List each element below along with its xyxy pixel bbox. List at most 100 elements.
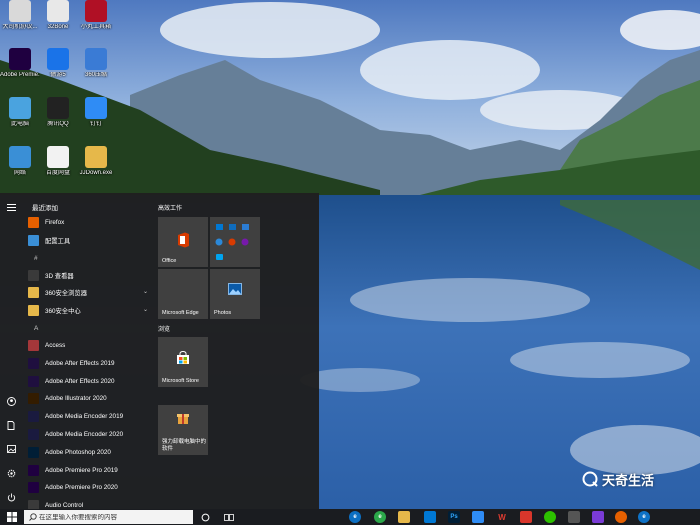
desktop-icon[interactable]: 此电脑	[0, 97, 40, 128]
start-app-label: Adobe Premiere Pro 2020	[45, 484, 118, 492]
app-gray-icon[interactable]	[568, 511, 580, 523]
chevron-down-icon[interactable]: ⌄	[143, 306, 148, 313]
tile-label: Photos	[214, 309, 232, 316]
start-app-label: Audio Control	[45, 502, 84, 509]
recently-added-header: 最近添加	[32, 205, 58, 212]
desktop-icon[interactable]: JJDown.exe	[76, 146, 116, 177]
desktop-icon[interactable]: 网络	[0, 146, 40, 177]
ie-icon[interactable]: e	[638, 511, 650, 523]
start-app-item[interactable]: Adobe After Effects 2020	[28, 374, 152, 389]
desktop-icon-label: 此电脑	[10, 121, 29, 127]
start-app-item[interactable]: Adobe After Effects 2019	[28, 356, 152, 371]
start-app-item[interactable]: Audio Control	[28, 498, 152, 509]
wechat-icon[interactable]	[544, 511, 556, 523]
settings-gear-icon[interactable]	[3, 465, 19, 481]
start-app-label: Adobe Illustrator 2020	[45, 395, 107, 403]
app-purple-icon[interactable]	[592, 511, 604, 523]
section-letter[interactable]: A	[34, 325, 38, 332]
chevron-down-icon[interactable]: ⌄	[143, 288, 148, 295]
start-app-list: 最近添加 Firefox 配置工具 #3D 查看器 360安全浏览器 ⌄ 360安全中心 ⌄…	[22, 193, 152, 509]
desktop-icon[interactable]: 钉钉	[76, 97, 116, 128]
desktop-icon[interactable]: 傲游5	[38, 48, 78, 79]
desktop-icon-label: 腾讯QQ	[47, 121, 69, 127]
start-app-item[interactable]: 配置工具	[28, 233, 152, 248]
start-app-label: 360安全中心	[45, 308, 81, 316]
watermark-logo-icon	[582, 471, 598, 487]
taskbar: e e Ps W e	[0, 509, 700, 525]
task-view-icon[interactable]	[223, 511, 235, 523]
documents-icon[interactable]	[3, 417, 19, 433]
tile-mail-apps[interactable]	[210, 217, 260, 267]
pictures-icon[interactable]	[3, 441, 19, 457]
baidu-netdisk-icon	[47, 146, 69, 168]
start-app-item[interactable]: Firefox	[28, 215, 152, 230]
cortana-icon[interactable]	[199, 511, 211, 523]
photoshop-taskbar-icon[interactable]: Ps	[448, 511, 460, 523]
microsoft-store-icon[interactable]	[424, 511, 436, 523]
tile-label: 强力卸载电脑中的软件	[162, 439, 207, 452]
app-red-icon[interactable]	[520, 511, 532, 523]
folder-icon	[28, 287, 39, 299]
start-app-item[interactable]: Adobe Premiere Pro 2020	[28, 480, 152, 495]
tile-photos[interactable]: Photos	[210, 269, 260, 319]
desktop-icon[interactable]: 360压缩	[76, 48, 116, 79]
tile-group-header-browse: 浏览	[158, 327, 171, 333]
tile-microsoft-store[interactable]: Microsoft Store	[158, 337, 208, 387]
hamburger-menu-icon[interactable]	[3, 199, 19, 215]
start-app-item[interactable]: 360安全中心 ⌄	[28, 303, 152, 318]
desktop-icon[interactable]: Adobe Premie...	[0, 48, 40, 79]
start-tiles-area: 高效工作 浏览 Office Microsoft Edge Photos Mic…	[152, 193, 319, 509]
power-icon[interactable]	[3, 489, 19, 505]
desktop-icon[interactable]: 小丸工具箱	[76, 0, 116, 31]
start-app-label: Adobe After Effects 2020	[45, 377, 115, 385]
watermark-text: 天奇生活	[602, 472, 655, 488]
dingtalk-icon	[85, 97, 107, 119]
file-explorer-icon[interactable]	[398, 511, 410, 523]
start-app-item[interactable]: Adobe Premiere Pro 2019	[28, 463, 152, 478]
office-icon	[178, 232, 189, 248]
desktop-icon[interactable]: 大司机协议...	[0, 0, 40, 31]
section-letter[interactable]: #	[34, 255, 38, 262]
computer-icon	[9, 97, 31, 119]
tile-microsoft-edge[interactable]: Microsoft Edge	[158, 269, 208, 319]
start-app-item[interactable]: Adobe Photoshop 2020	[28, 445, 152, 460]
user-account-icon[interactable]	[3, 393, 19, 409]
tile-label: Office	[162, 257, 177, 264]
wan-icon	[85, 0, 107, 22]
desktop-icon[interactable]: 百度网盘	[38, 146, 78, 177]
start-app-item[interactable]: 3D 查看器	[28, 268, 152, 283]
tile-office[interactable]: Office	[158, 217, 208, 267]
user-file-icon	[9, 0, 31, 22]
media-encoder-icon	[28, 411, 39, 423]
photoshop-icon	[28, 446, 39, 458]
search-icon	[29, 513, 37, 521]
desktop-icon-label: 网络	[13, 170, 26, 176]
start-app-label: Adobe After Effects 2019	[45, 359, 115, 367]
360-browser-icon[interactable]: e	[374, 511, 386, 523]
desktop-icon-label: JJDown.exe	[79, 170, 113, 176]
start-app-item[interactable]: Adobe Illustrator 2020	[28, 391, 152, 406]
mail-apps-icon	[215, 224, 249, 260]
wps-icon[interactable]: W	[496, 511, 508, 523]
desktop-icon-label: 360压缩	[84, 72, 107, 78]
start-app-item[interactable]: Adobe Media Encoder 2019	[28, 409, 152, 424]
cube-3d-icon	[28, 269, 39, 281]
dingtalk-taskbar-icon[interactable]	[472, 511, 484, 523]
desktop-icon[interactable]: 32Bone	[38, 0, 78, 31]
start-app-label: Access	[45, 342, 66, 349]
firefox-taskbar-icon[interactable]	[615, 511, 627, 523]
search-input[interactable]	[37, 513, 179, 521]
start-app-item[interactable]: Access	[28, 338, 152, 353]
start-app-item[interactable]: Adobe Media Encoder 2020	[28, 427, 152, 442]
desktop-icon[interactable]: 腾讯QQ	[38, 97, 78, 128]
tile-uninstall[interactable]: 强力卸载电脑中的软件	[158, 405, 208, 455]
windows-start-icon[interactable]	[6, 511, 18, 523]
taskbar-search-box[interactable]	[24, 510, 193, 524]
folder-icon	[85, 146, 107, 168]
start-app-item[interactable]: 360安全浏览器 ⌄	[28, 285, 152, 300]
edge-browser-icon[interactable]: e	[349, 511, 361, 523]
after-effects-icon	[28, 357, 39, 369]
access-icon	[28, 340, 39, 351]
desktop-icon-label: 钉钉	[89, 121, 102, 127]
network-icon	[9, 146, 31, 168]
